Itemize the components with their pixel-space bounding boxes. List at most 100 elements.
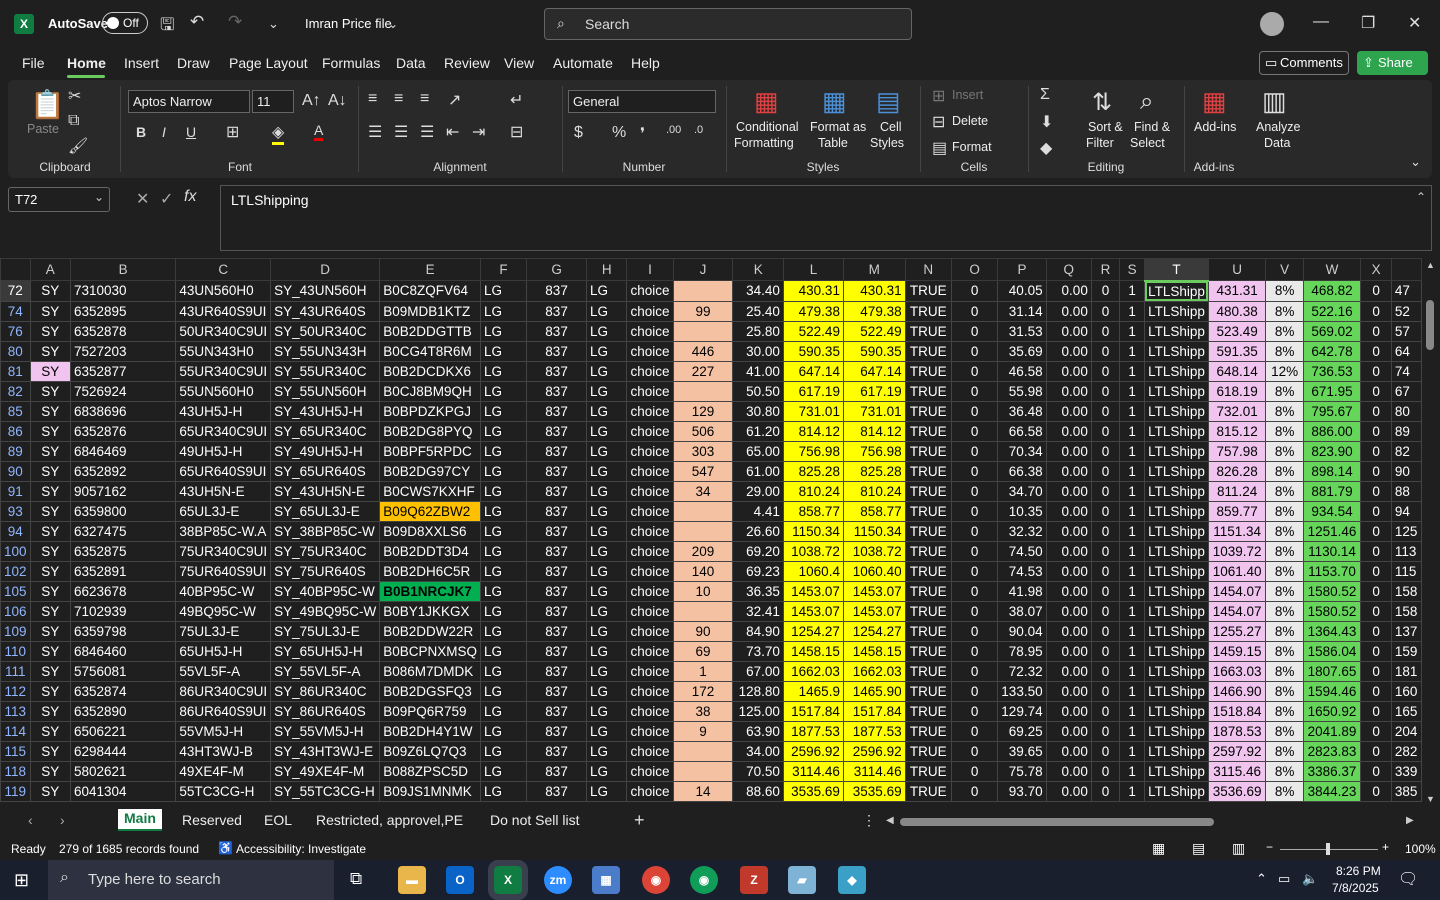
customize-qat-icon[interactable]: ⌄ [268,16,279,32]
cell-o[interactable]: 0 [950,660,999,682]
column-header[interactable]: N [904,258,952,281]
cell-j[interactable]: 99 [672,300,734,322]
cell-f[interactable]: LG [479,580,528,602]
cell-p[interactable]: 31.53 [997,320,1047,342]
cell-f[interactable]: LG [479,340,528,362]
analyze-data-label-2[interactable]: Data [1264,136,1290,150]
cell-i[interactable]: choice [626,360,674,382]
cell-a[interactable]: SY [29,760,71,782]
cell-t[interactable]: LTLShipp [1144,720,1209,742]
cell-n[interactable]: TRUE [904,700,952,722]
cell-t[interactable]: LTLShipp [1144,380,1209,402]
cell-f[interactable]: LG [479,520,528,542]
row-header[interactable]: 76 [0,320,31,342]
cell-q[interactable]: 0.00 [1045,320,1092,342]
cell-c[interactable]: 40BP95C-W [175,580,272,602]
cell-n[interactable]: TRUE [904,360,952,382]
cell-j[interactable]: 14 [672,780,734,802]
cell-v[interactable]: 8% [1265,660,1304,682]
cell-b[interactable]: 6352877 [69,360,177,382]
avatar[interactable] [1260,12,1284,36]
cell-u[interactable]: 431.31 [1207,280,1267,302]
cell-styles-icon[interactable]: ▤ [876,86,901,117]
cell-d[interactable]: SY_75UL3J-E [270,620,381,642]
cell-e[interactable]: B0B2DG8PYQ [379,420,481,442]
cell-t[interactable]: LTLShipp [1144,300,1209,322]
cell-f[interactable]: LG [479,600,528,622]
cell-v[interactable]: 8% [1265,540,1304,562]
cell-u[interactable]: 1255.27 [1207,620,1267,642]
cell-l[interactable]: 1150.34 [782,520,844,542]
cell-p[interactable]: 72.32 [997,660,1047,682]
cell-f[interactable]: LG [479,320,528,342]
menu-view[interactable]: View [504,55,534,71]
cell-r[interactable]: 0 [1090,300,1121,322]
cell-a[interactable]: SY [29,360,71,382]
scroll-left-icon[interactable]: ◀ [886,815,894,826]
cell-a[interactable]: SY [29,500,71,522]
cell-q[interactable]: 0.00 [1045,560,1092,582]
cell-q[interactable]: 0.00 [1045,380,1092,402]
cell-r[interactable]: 0 [1090,400,1121,422]
cell-e[interactable]: B088ZPSC5D [379,760,481,782]
cell-q[interactable]: 0.00 [1045,480,1092,502]
align-center-icon[interactable]: ☰ [394,122,408,142]
cell-y[interactable]: 115 [1390,560,1422,582]
cell-a[interactable]: SY [29,720,71,742]
maximize-icon[interactable]: ❐ [1361,13,1375,33]
cell-i[interactable]: choice [626,380,674,402]
cell-i[interactable]: choice [626,540,674,562]
name-box-dropdown-icon[interactable]: ⌄ [94,190,104,204]
cell-q[interactable]: 0.00 [1045,720,1092,742]
cell-e[interactable]: B0B2DG97CY [379,460,481,482]
cell-v[interactable]: 8% [1265,620,1304,642]
cell-t[interactable]: LTLShipp [1144,740,1209,762]
cell-k[interactable]: 26.60 [732,520,784,542]
cell-b[interactable]: 5802621 [69,760,177,782]
cell-m[interactable]: 3535.69 [842,780,906,802]
cell-u[interactable]: 618.19 [1207,380,1267,402]
cell-r[interactable]: 0 [1090,600,1121,622]
cell-q[interactable]: 0.00 [1045,300,1092,322]
cell-e[interactable]: B0B2DDGTTB [379,320,481,342]
cell-o[interactable]: 0 [950,340,999,362]
cell-p[interactable]: 46.58 [997,360,1047,382]
vpn-app-icon[interactable]: ◆ [838,866,866,894]
cell-d[interactable]: SY_49XE4F-M [270,760,381,782]
windows-start-icon[interactable]: ⊞ [14,870,29,891]
cell-j[interactable]: 1 [672,660,734,682]
excel-taskbar-icon[interactable]: X [488,860,528,900]
cell-c[interactable]: 65UH5J-H [175,640,272,662]
scroll-right-icon[interactable]: ▶ [1406,815,1414,826]
cell-k[interactable]: 61.00 [732,460,784,482]
cell-w[interactable]: 795.67 [1302,400,1362,422]
cell-k[interactable]: 128.80 [732,680,784,702]
cell-g[interactable]: 837 [526,500,588,522]
cell-p[interactable]: 31.14 [997,300,1047,322]
row-header[interactable]: 114 [0,720,31,742]
cell-w[interactable]: 3386.37 [1302,760,1362,782]
row-header[interactable]: 80 [0,340,31,362]
column-header[interactable]: B [69,258,177,281]
conditional-formatting-label[interactable]: Conditional [736,120,799,134]
cell-n[interactable]: TRUE [904,440,952,462]
cell-w[interactable]: 2041.89 [1302,720,1362,742]
cell-a[interactable]: SY [29,380,71,402]
cell-t[interactable]: LTLShipp [1144,480,1209,502]
cell-w[interactable]: 671.95 [1302,380,1362,402]
data-table[interactable]: ABCDEFGHIJKLMNOPQRSTUVWX 72 SY 7310030 43UN… [0,258,1422,802]
cell-j[interactable] [672,320,734,342]
cell-q[interactable]: 0.00 [1045,520,1092,542]
formula-input[interactable]: LTLShipping [220,185,1432,251]
cell-d[interactable]: SY_65UH5J-H [270,640,381,662]
cell-t[interactable]: LTLShipp [1144,460,1209,482]
cell-c[interactable]: 49UH5J-H [175,440,272,462]
cell-g[interactable]: 837 [526,780,588,802]
cell-t[interactable]: LTLShipp [1144,660,1209,682]
cell-t[interactable]: LTLShipp [1144,600,1209,622]
zoom-level[interactable]: 100% [1405,842,1436,856]
cell-m[interactable]: 1517.84 [842,700,906,722]
cell-h[interactable]: LG [586,520,628,542]
cell-x[interactable]: 0 [1360,540,1392,562]
cell-i[interactable]: choice [626,320,674,342]
